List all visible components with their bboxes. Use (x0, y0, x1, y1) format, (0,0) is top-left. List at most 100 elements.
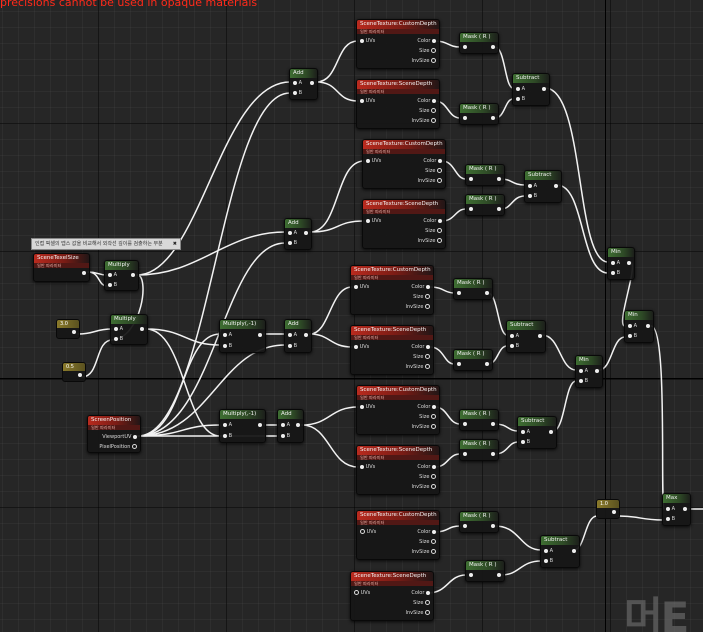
scene-texture-custom-depth-node[interactable]: SceneTexture:CustomDepth 일반 파라미터 UVs Col… (356, 19, 440, 69)
mask-r-node[interactable]: Mask ( R ) (459, 439, 499, 461)
scene-texture-scene-depth-node[interactable]: SceneTexture:SceneDepth 일반 파라미터 UVs Colo… (350, 325, 434, 375)
color-pin[interactable]: Color (411, 344, 430, 350)
scene-texture-custom-depth-node[interactable]: SceneTexture:CustomDepth 일반 파라미터 UVs Col… (350, 265, 434, 315)
color-pin[interactable]: Color (417, 464, 436, 470)
scene-texture-scene-depth-node[interactable]: SceneTexture:SceneDepth 일반 파라미터 UVs Colo… (350, 571, 434, 621)
size-pin[interactable]: Size (419, 474, 436, 480)
output-pin[interactable] (304, 230, 308, 236)
max-node[interactable]: Max A B (662, 493, 691, 526)
constant-node-0-5[interactable]: 0.5 (62, 362, 86, 382)
add-node[interactable]: Add A B (284, 319, 312, 353)
screen-position-node[interactable]: ScreenPosition 일반 파라미터 ViewportUV PixelP… (87, 415, 141, 453)
uvs-pin[interactable]: UVs (360, 464, 375, 470)
input-pin[interactable] (463, 115, 467, 121)
input-pin[interactable] (463, 523, 467, 529)
output-pin[interactable] (140, 326, 144, 332)
input-pin-a[interactable]: A (516, 86, 525, 92)
close-icon[interactable]: ✖ (173, 239, 177, 249)
uvs-pin[interactable]: UVs (366, 158, 381, 164)
color-pin[interactable]: Color (411, 590, 430, 596)
size-pin[interactable]: Size (419, 48, 436, 54)
mask-r-node[interactable]: Mask ( R ) (459, 511, 499, 533)
input-pin-b[interactable]: B (579, 378, 588, 384)
input-pin-b[interactable]: B (108, 282, 117, 288)
inv-size-pin[interactable]: InvSize (412, 424, 436, 430)
mask-r-node[interactable]: Mask ( R ) (465, 560, 505, 582)
color-pin[interactable]: Color (423, 218, 442, 224)
mask-r-node[interactable]: Mask ( R ) (465, 194, 505, 216)
input-pin-a[interactable]: A (521, 429, 530, 435)
input-pin-b[interactable]: B (611, 270, 620, 276)
min-node[interactable]: Min A B (624, 310, 654, 343)
output-pin[interactable] (497, 572, 501, 578)
output-pin[interactable] (491, 44, 495, 50)
output-pin[interactable] (485, 290, 489, 296)
output-pin[interactable] (549, 429, 553, 435)
output-pin[interactable] (497, 176, 501, 182)
mask-r-node[interactable]: Mask ( R ) (459, 103, 499, 125)
output-pin[interactable] (131, 272, 135, 278)
inv-size-pin[interactable]: InvSize (412, 484, 436, 490)
output-pin[interactable] (310, 80, 314, 86)
scene-texture-scene-depth-node[interactable]: SceneTexture:SceneDepth 일반 파라미터 UVs Colo… (362, 199, 446, 249)
uvs-pin[interactable]: UVs (360, 98, 375, 104)
mask-r-node[interactable]: Mask ( R ) (459, 409, 499, 431)
output-pin[interactable] (542, 86, 546, 92)
mask-r-node[interactable]: Mask ( R ) (465, 164, 505, 186)
input-pin[interactable] (469, 206, 473, 212)
uvs-pin[interactable]: UVs (354, 284, 369, 290)
input-pin-a[interactable]: A (611, 260, 620, 266)
output-pin[interactable] (296, 422, 300, 428)
output-pin[interactable] (497, 206, 501, 212)
input-pin[interactable] (463, 44, 467, 50)
output-pin[interactable] (646, 323, 650, 329)
size-pin[interactable]: Size (419, 108, 436, 114)
pixel-position-pin[interactable]: PixelPosition (99, 444, 137, 450)
output-pin[interactable] (304, 332, 308, 338)
add-node[interactable]: Add A B (277, 409, 304, 443)
subtract-node[interactable]: Subtract A B (512, 73, 550, 106)
scene-texture-scene-depth-node[interactable]: SceneTexture:SceneDepth 일반 파라미터 UVs Colo… (356, 79, 440, 129)
input-pin-a[interactable]: A (544, 548, 553, 554)
input-pin[interactable] (469, 572, 473, 578)
input-pin-a[interactable]: A (223, 332, 232, 338)
output-pin[interactable] (538, 333, 542, 339)
subtract-node[interactable]: Subtract A B (517, 416, 557, 449)
size-pin[interactable]: Size (419, 539, 436, 545)
input-pin-a[interactable]: A (288, 332, 297, 338)
viewport-uv-pin[interactable]: ViewportUV (102, 434, 137, 440)
scene-texture-scene-depth-node[interactable]: SceneTexture:SceneDepth 일반 파라미터 UVs Colo… (356, 445, 440, 495)
input-pin-a[interactable]: A (288, 230, 297, 236)
size-pin[interactable]: Size (413, 600, 430, 606)
mask-r-node[interactable]: Mask ( R ) (459, 32, 499, 54)
input-pin-a[interactable]: A (666, 506, 675, 512)
input-pin-b[interactable]: B (528, 193, 537, 199)
comment-box[interactable]: 인접 픽셀의 뎁스 값을 비교해서 외곽선 깊이를 검출하는 부분 ✖ (31, 238, 181, 250)
inv-size-pin[interactable]: InvSize (406, 304, 430, 310)
size-pin[interactable]: Size (425, 168, 442, 174)
output-pin[interactable] (595, 368, 599, 374)
output-pin[interactable] (491, 421, 495, 427)
output-pin[interactable] (554, 183, 558, 189)
color-pin[interactable]: Color (417, 404, 436, 410)
mask-r-node[interactable]: Mask ( R ) (453, 349, 493, 371)
inv-size-pin[interactable]: InvSize (418, 238, 442, 244)
color-pin[interactable]: Color (417, 98, 436, 104)
input-pin-b[interactable]: B (510, 343, 519, 349)
input-pin-a[interactable]: A (628, 323, 637, 329)
output-pin[interactable] (491, 115, 495, 121)
input-pin-b[interactable]: B (281, 433, 290, 439)
inv-size-pin[interactable]: InvSize (406, 364, 430, 370)
constant-node-1[interactable]: 1.0 (596, 499, 620, 519)
input-pin-b[interactable]: B (223, 433, 232, 439)
input-pin-a[interactable]: A (579, 368, 588, 374)
size-pin[interactable]: Size (419, 414, 436, 420)
inv-size-pin[interactable]: InvSize (412, 58, 436, 64)
material-graph-canvas[interactable]: precisions cannot be used in opaque mate… (0, 0, 703, 632)
multiply-node[interactable]: Multiply A B (104, 260, 139, 291)
output-pin[interactable] (258, 332, 262, 338)
min-node[interactable]: Min A B (607, 247, 635, 280)
input-pin-b[interactable]: B (288, 343, 297, 349)
mask-r-node[interactable]: Mask ( R ) (453, 278, 493, 300)
input-pin-b[interactable]: B (521, 439, 530, 445)
